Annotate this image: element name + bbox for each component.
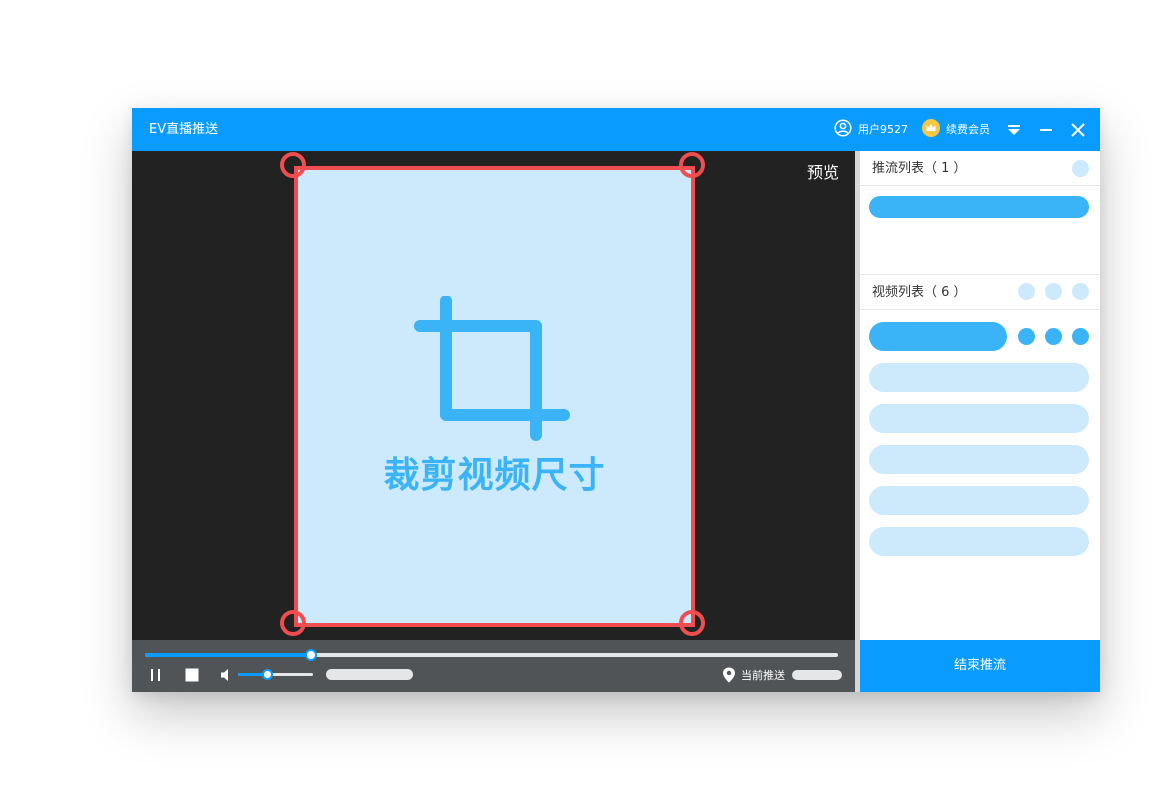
progress-knob[interactable] bbox=[305, 649, 318, 661]
video-list-title: 视频列表（ 6 ） bbox=[872, 285, 967, 300]
current-push-label: 当前推送 bbox=[741, 669, 785, 682]
video-list-item-selected[interactable] bbox=[869, 322, 1007, 351]
push-list-action-button[interactable] bbox=[1072, 160, 1089, 177]
push-list-item[interactable] bbox=[869, 196, 1089, 218]
app-window: EV直播推送 用户9527 续费会员 预览 裁剪视频尺寸 当前推送 推流列表（ … bbox=[132, 108, 1100, 692]
progress-bar[interactable] bbox=[145, 649, 838, 661]
stop-icon bbox=[185, 667, 199, 686]
stop-button[interactable] bbox=[185, 667, 199, 682]
crop-handle-bottom-left[interactable] bbox=[280, 610, 306, 636]
crop-handle-top-right[interactable] bbox=[679, 152, 705, 178]
video-list-item[interactable] bbox=[869, 404, 1089, 433]
preview-label: 预览 bbox=[806, 163, 839, 182]
app-title: EV直播推送 bbox=[149, 122, 219, 137]
dropdown-menu-button[interactable] bbox=[1004, 120, 1024, 140]
pause-button[interactable] bbox=[149, 667, 163, 681]
user-name: 用户9527 bbox=[858, 122, 908, 136]
user-circle-icon bbox=[834, 118, 852, 141]
sidebar: 推流列表（ 1 ） 视频列表（ 6 ） 结束推流 bbox=[860, 151, 1100, 692]
crop-handle-top-left[interactable] bbox=[280, 152, 306, 178]
renew-membership[interactable]: 续费会员 bbox=[922, 108, 990, 151]
volume-slider[interactable] bbox=[238, 669, 313, 680]
title-bar: EV直播推送 用户9527 续费会员 bbox=[132, 108, 1100, 151]
video-item-action-button[interactable] bbox=[1018, 328, 1035, 345]
video-list-action-button[interactable] bbox=[1072, 283, 1089, 300]
volume-knob[interactable] bbox=[262, 669, 274, 680]
volume-icon bbox=[220, 667, 234, 686]
playback-controls: 当前推送 bbox=[132, 640, 855, 692]
push-list-header: 推流列表（ 1 ） bbox=[860, 151, 1100, 186]
progress-fill bbox=[145, 653, 312, 657]
crop-handle-bottom-right[interactable] bbox=[679, 610, 705, 636]
video-list-action-button[interactable] bbox=[1018, 283, 1035, 300]
location-pin-icon bbox=[722, 667, 736, 683]
minimize-button[interactable] bbox=[1036, 120, 1056, 140]
crop-icon bbox=[414, 295, 570, 441]
time-display bbox=[326, 669, 413, 680]
video-list-item[interactable] bbox=[869, 445, 1089, 474]
video-list-item[interactable] bbox=[869, 486, 1089, 515]
user-account[interactable]: 用户9527 bbox=[834, 108, 908, 151]
video-stage: 预览 裁剪视频尺寸 bbox=[132, 151, 855, 640]
crown-icon bbox=[922, 118, 940, 141]
push-list-title: 推流列表（ 1 ） bbox=[872, 161, 967, 176]
minimize-icon bbox=[1036, 125, 1056, 144]
video-item-action-button[interactable] bbox=[1072, 328, 1089, 345]
dropdown-menu-icon bbox=[1004, 125, 1024, 144]
pause-icon bbox=[149, 667, 163, 686]
video-item-action-button[interactable] bbox=[1045, 328, 1062, 345]
video-list-item[interactable] bbox=[869, 527, 1089, 556]
end-push-button[interactable]: 结束推流 bbox=[860, 640, 1100, 692]
video-list-header: 视频列表（ 6 ） bbox=[860, 275, 1100, 310]
crop-label: 裁剪视频尺寸 bbox=[383, 455, 606, 496]
current-push-value bbox=[792, 670, 842, 680]
member-label: 续费会员 bbox=[946, 122, 990, 136]
video-list-item[interactable] bbox=[869, 363, 1089, 392]
video-list-action-button[interactable] bbox=[1045, 283, 1062, 300]
volume-button[interactable] bbox=[220, 667, 234, 681]
close-icon bbox=[1068, 123, 1088, 144]
close-button[interactable] bbox=[1068, 120, 1088, 140]
